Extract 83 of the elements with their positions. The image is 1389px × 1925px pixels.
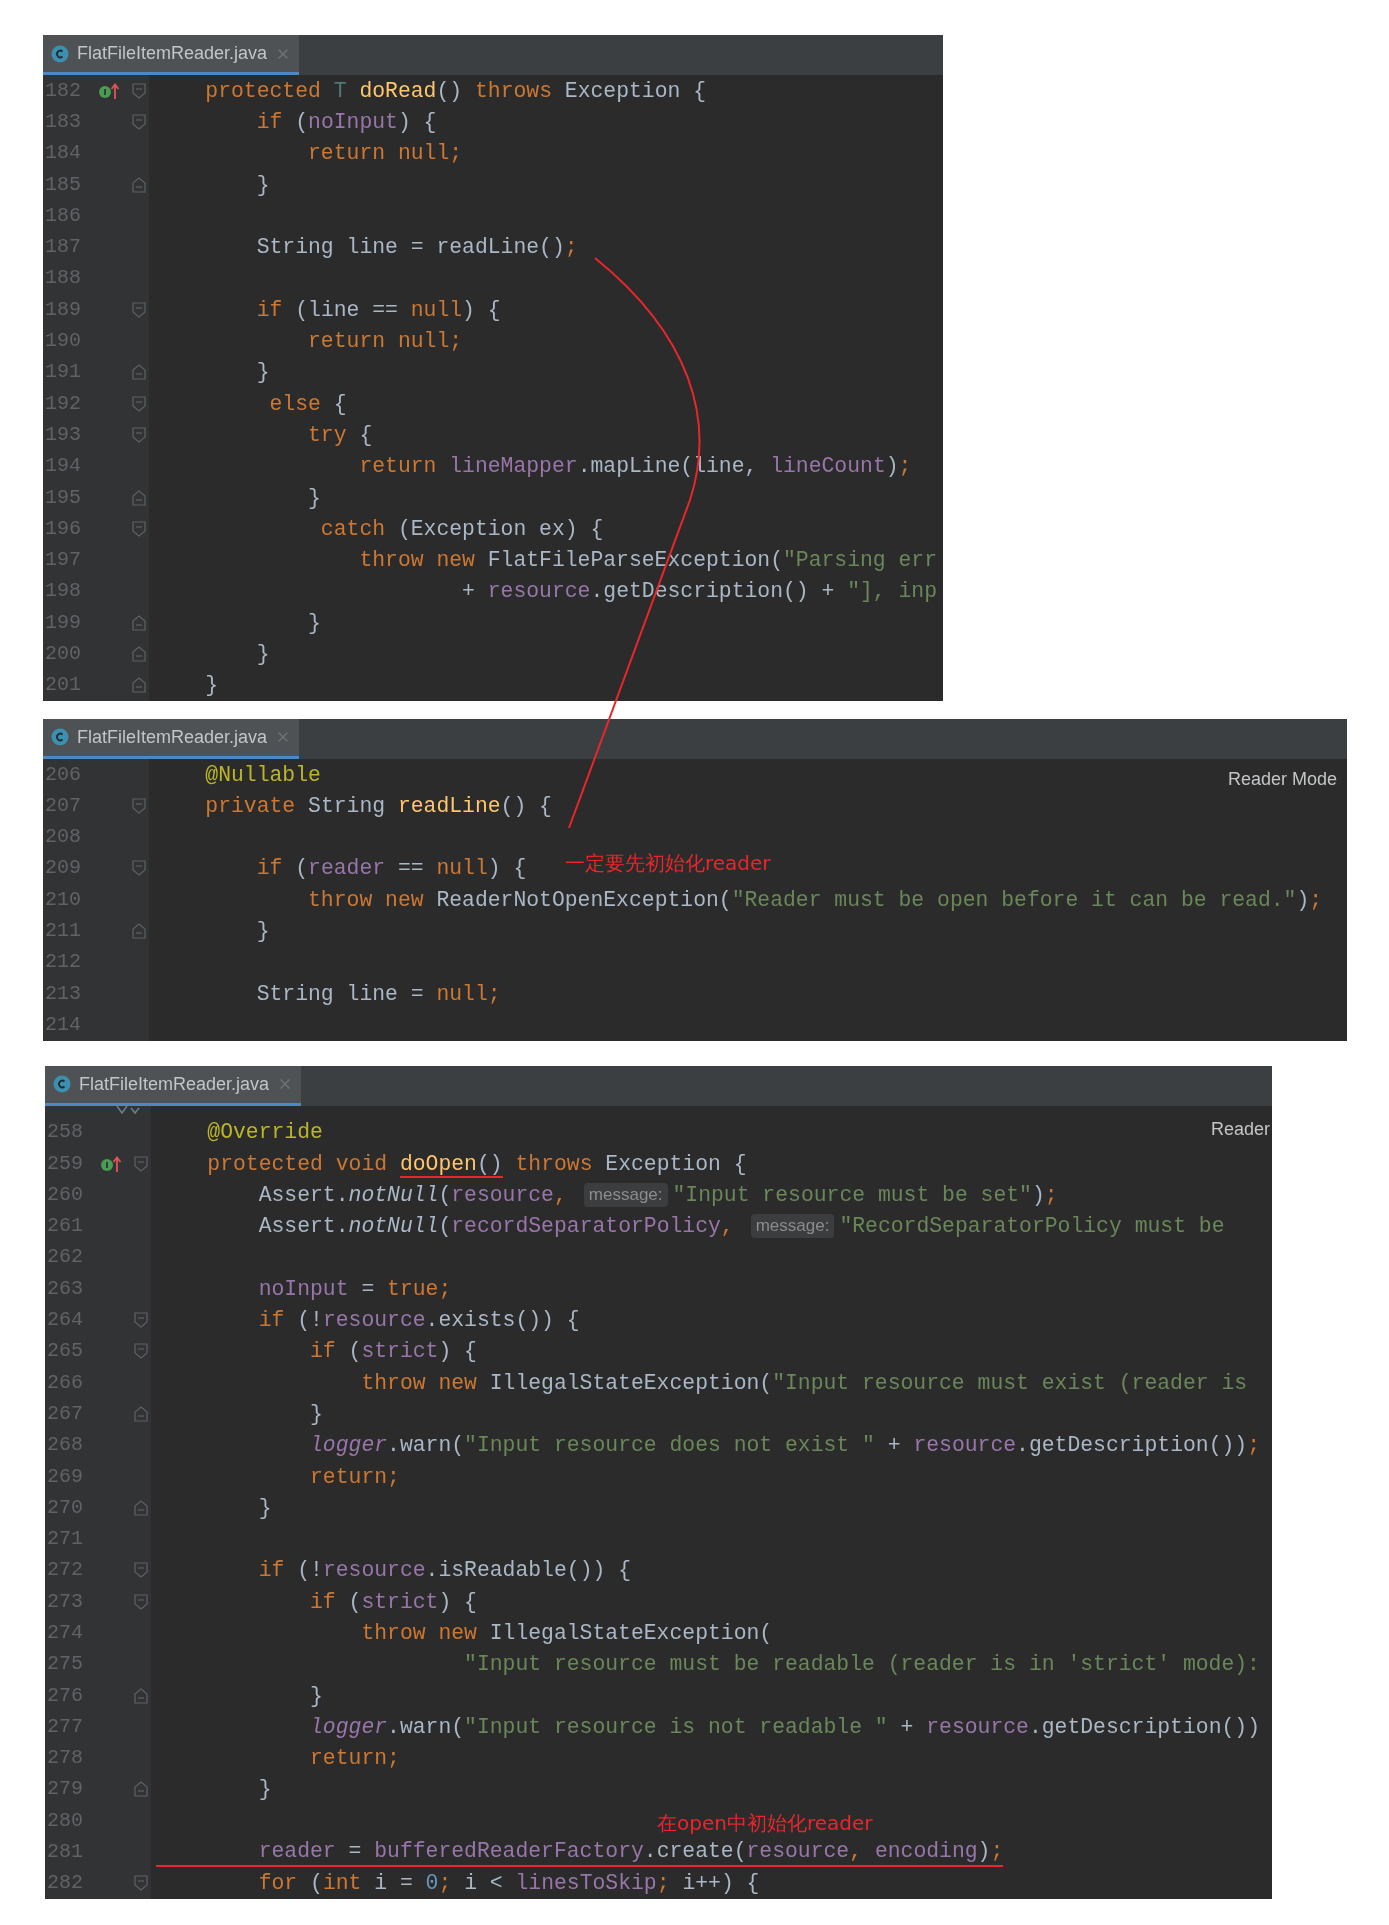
class-icon [53, 1075, 71, 1094]
code-line: if (strict) { [309, 1588, 477, 1616]
fold-icon[interactable] [132, 364, 146, 381]
code-line: String line = readLine(); [255, 234, 578, 262]
code-line: "Input resource must be readable (reader is in 'strict' mode): [463, 1651, 1260, 1679]
code-line: throw new IllegalStateException( [360, 1620, 773, 1647]
code-line: noInput = true; [257, 1275, 452, 1303]
fold-icon[interactable] [132, 426, 146, 443]
code-line: for (int i = 0; i < linesToSkip; i++) { [257, 1870, 760, 1898]
code-line: if (reader == null) { [255, 855, 527, 883]
override-marker-icon[interactable] [100, 1154, 122, 1173]
code-line: } [307, 609, 321, 637]
fold-icon[interactable] [132, 797, 146, 814]
code-line: } [309, 1682, 323, 1710]
annotation-note: 在open中初始化reader [657, 1810, 873, 1837]
code-line: try { [307, 421, 373, 449]
code-line: if (!resource.isReadable()) { [257, 1557, 631, 1585]
fold-icon[interactable] [134, 1312, 148, 1329]
code-line: } [255, 918, 270, 946]
code-line: } [257, 1776, 272, 1804]
file-tab[interactable]: FlatFileItemReader.java [45, 1065, 302, 1106]
code-line: @Nullable [204, 761, 321, 789]
fold-icon[interactable] [134, 1593, 148, 1610]
fold-icon[interactable] [132, 520, 146, 537]
code-line: protected void doOpen() throws Exception { [206, 1150, 747, 1178]
code-line: } [255, 359, 270, 387]
fold-icon[interactable] [132, 395, 146, 412]
code-line: return; [309, 1745, 400, 1773]
override-marker-icon[interactable] [98, 81, 120, 100]
code-line: if (strict) { [309, 1338, 477, 1366]
fold-icon[interactable] [132, 860, 146, 877]
fold-icon[interactable] [134, 1405, 148, 1422]
code-line: else { [268, 390, 347, 418]
code-line: if (line == null) { [255, 296, 501, 324]
tab-title: FlatFileItemReader.java [77, 42, 268, 65]
annotation-note: 一定要先初始化reader [565, 850, 771, 877]
fold-icon[interactable] [134, 1499, 148, 1516]
tab-title: FlatFileItemReader.java [79, 1072, 270, 1096]
fold-icon[interactable] [134, 1875, 148, 1892]
fold-icon[interactable] [132, 113, 146, 130]
fold-icon[interactable] [132, 301, 146, 318]
reader-mode-label[interactable]: Reader Mode [1227, 765, 1337, 793]
code-line: throw new ReaderNotOpenException("Reader must be open before it can be read."); [307, 886, 1323, 914]
code-line: String line = null; [255, 980, 501, 1008]
tab-title: FlatFileItemReader.java [77, 725, 268, 749]
code-line: } [204, 672, 219, 700]
fold-icon[interactable] [134, 1562, 148, 1579]
file-tab[interactable]: FlatFileItemReader.java [43, 35, 300, 75]
code-line: } [257, 1494, 272, 1522]
fold-icon[interactable] [132, 923, 146, 940]
code-line: throw new IllegalStateException("Input resource must exist (reader is [360, 1369, 1248, 1397]
code-line: return null; [307, 328, 463, 355]
code-line: logger.warn("Input resource does not exist " + resource.getDescription()); [309, 1432, 1260, 1460]
code-line: reader = bufferedReaderFactory.create(resource, encoding); [156, 1837, 1004, 1868]
fold-icon[interactable] [132, 489, 146, 506]
code-line: logger.warn("Input resource is not readable " + resource.getDescription()) [309, 1713, 1260, 1741]
code-line: } [309, 1400, 323, 1428]
code-line: return; [309, 1463, 400, 1491]
code-line: return null; [307, 140, 463, 168]
code-line: protected T doRead() throws Exception { [204, 77, 706, 105]
fold-icon[interactable] [134, 1687, 148, 1704]
code-line: } [255, 171, 270, 199]
code-line: private String readLine() { [204, 792, 552, 820]
code-line: } [307, 484, 321, 512]
fold-icon[interactable] [132, 82, 146, 99]
code-line: @Override [206, 1119, 323, 1147]
fold-icon[interactable] [132, 646, 146, 662]
fold-icon[interactable] [134, 1781, 148, 1798]
file-tab[interactable]: FlatFileItemReader.java [43, 718, 300, 759]
class-icon [51, 728, 69, 747]
reader-mode-label[interactable]: Reader [1210, 1115, 1270, 1143]
code-line: } [255, 641, 270, 668]
code-line: catch (Exception ex) { [319, 515, 604, 543]
fold-icon[interactable] [132, 176, 146, 193]
class-icon [51, 44, 69, 63]
fold-icon[interactable] [132, 614, 146, 631]
code-line: if (!resource.exists()) { [257, 1307, 580, 1335]
fold-icon[interactable] [134, 1155, 148, 1172]
code-line: if (noInput) { [255, 108, 437, 136]
code-line: Assert.notNull(recordSeparatorPolicy, message: "RecordSeparatorPolicy must be [257, 1213, 1225, 1241]
fold-icon[interactable] [134, 1343, 148, 1360]
fold-icon[interactable] [132, 677, 146, 694]
code-line: Assert.notNull(resource, message: "Input resource must be set"); [257, 1181, 1058, 1209]
